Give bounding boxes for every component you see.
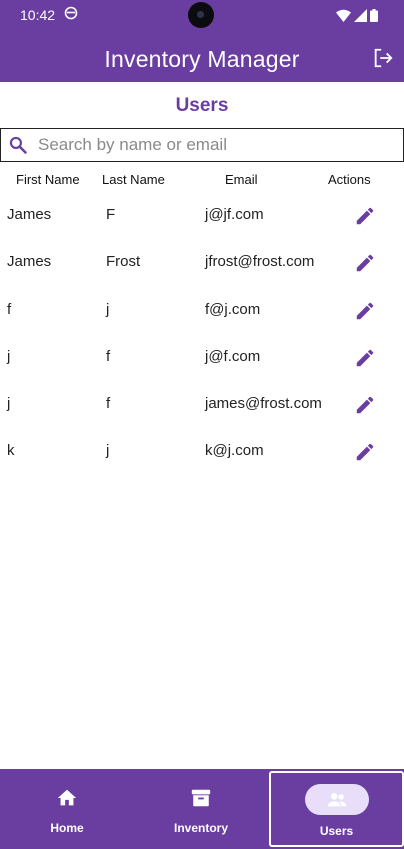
table-body: James F j@jf.com James Frost jfrost@fros…: [0, 194, 404, 478]
column-header-email: Email: [225, 172, 258, 187]
nav-item-users[interactable]: Users: [269, 771, 404, 847]
wifi-icon: [336, 9, 351, 22]
front-camera: [188, 2, 214, 28]
nav-label-inventory: Inventory: [173, 821, 228, 835]
search-icon: [9, 136, 27, 154]
status-time: 10:42: [20, 7, 56, 23]
cell-last-name: f: [106, 395, 111, 413]
search-bar[interactable]: [0, 128, 404, 162]
nav-label-users: Users: [319, 824, 354, 838]
column-header-last-name: Last Name: [102, 172, 165, 187]
table-row: j f j@f.com: [0, 336, 404, 383]
search-input[interactable]: [38, 135, 378, 155]
edit-icon[interactable]: [354, 300, 376, 322]
status-icons: [336, 8, 378, 22]
edit-icon[interactable]: [354, 205, 376, 227]
cell-email: f@j.com: [205, 300, 261, 318]
table-row: k j k@j.com: [0, 430, 404, 477]
battery-icon: [370, 8, 378, 22]
cell-last-name: f: [106, 347, 111, 365]
cell-email: j@jf.com: [205, 206, 264, 223]
cell-last-name: Frost: [106, 253, 141, 271]
cell-email: james@frost.com: [205, 395, 322, 413]
page-title: Users: [175, 95, 229, 116]
table-row: j f james@frost.com: [0, 383, 404, 430]
column-header-actions: Actions: [328, 172, 371, 187]
cell-email: k@j.com: [205, 442, 264, 460]
app-title: Inventory Manager: [104, 46, 300, 72]
table-row: f j f@j.com: [0, 289, 404, 336]
cell-email: jfrost@frost.com: [205, 253, 315, 271]
signal-icon: [354, 8, 367, 22]
cell-first-name: James: [7, 253, 52, 271]
bottom-navigation: Home Inventory Users: [0, 769, 404, 849]
people-icon: [327, 793, 346, 807]
archive-icon: [191, 789, 211, 807]
shield-icon: [64, 6, 78, 20]
cell-first-name: f: [7, 300, 12, 318]
cell-first-name: j: [7, 395, 11, 413]
users-table: First Name Last Name Email Actions James…: [0, 166, 404, 478]
table-row: James F j@jf.com: [0, 194, 404, 241]
edit-icon[interactable]: [354, 394, 376, 416]
table-row: James Frost jfrost@frost.com: [0, 241, 404, 288]
cell-first-name: k: [7, 442, 15, 460]
edit-icon[interactable]: [354, 441, 376, 463]
status-bar: 10:42: [0, 0, 404, 35]
logout-icon[interactable]: [372, 47, 394, 69]
nav-item-inventory[interactable]: Inventory: [134, 769, 268, 849]
nav-label-home: Home: [50, 821, 84, 835]
column-header-first-name: First Name: [16, 172, 80, 187]
edit-icon[interactable]: [354, 252, 376, 274]
nav-item-home[interactable]: Home: [0, 769, 134, 849]
app-bar: Inventory Manager: [0, 35, 404, 82]
cell-first-name: j: [7, 347, 11, 365]
cell-email: j@f.com: [205, 347, 261, 365]
cell-last-name: F: [106, 206, 116, 223]
cell-last-name: j: [106, 442, 110, 460]
cell-first-name: James: [7, 206, 52, 223]
cell-last-name: j: [106, 300, 110, 318]
home-icon: [57, 789, 77, 806]
table-header: First Name Last Name Email Actions: [0, 166, 404, 194]
edit-icon[interactable]: [354, 347, 376, 369]
